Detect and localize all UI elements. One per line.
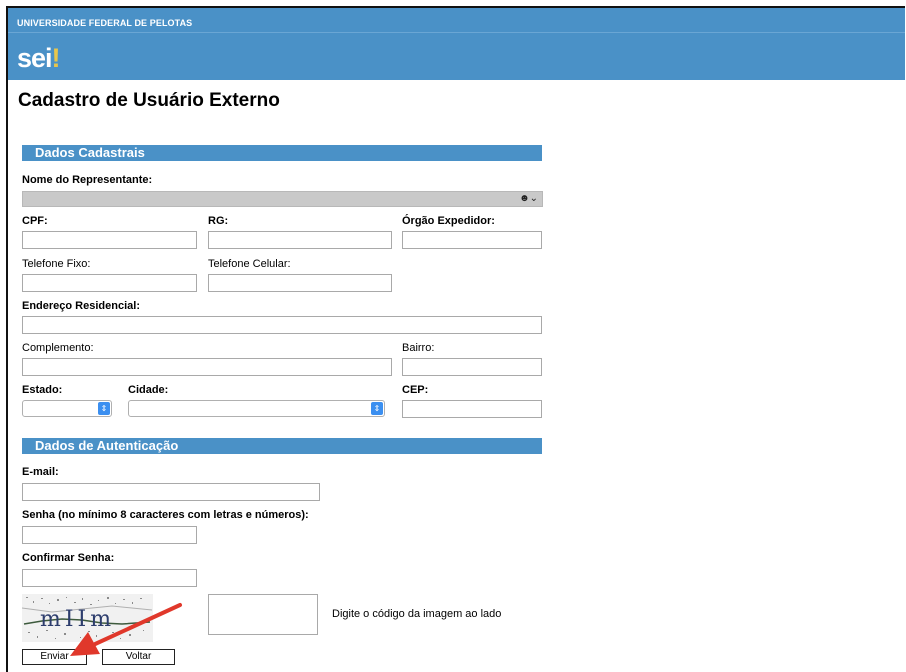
telefone-celular-input[interactable]: [208, 274, 392, 292]
cidade-select[interactable]: ⇕: [128, 400, 385, 417]
cep-input[interactable]: [402, 400, 542, 418]
captcha-image: mIIm: [22, 594, 153, 642]
bairro-label: Bairro:: [402, 342, 435, 354]
cidade-label: Cidade:: [128, 384, 169, 396]
orgao-expedidor-input[interactable]: [402, 231, 542, 249]
rg-input[interactable]: [208, 231, 392, 249]
person-chevron-icon: ☻⌄: [519, 193, 538, 204]
endereco-label: Endereço Residencial:: [22, 300, 140, 312]
nome-representante-select[interactable]: ☻⌄: [22, 191, 543, 207]
section-dados-cadastrais: Dados Cadastrais: [22, 145, 542, 161]
email-input[interactable]: [22, 483, 320, 501]
cep-label: CEP:: [402, 384, 429, 396]
senha-input[interactable]: [22, 526, 197, 544]
bairro-input[interactable]: [402, 358, 542, 376]
estado-select[interactable]: ⇕: [22, 400, 112, 417]
confirmar-senha-label: Confirmar Senha:: [22, 552, 115, 564]
select-arrows-icon: ⇕: [98, 402, 110, 415]
complemento-label: Complemento:: [22, 342, 94, 354]
email-label: E-mail:: [22, 466, 59, 478]
estado-label: Estado:: [22, 384, 63, 396]
confirmar-senha-input[interactable]: [22, 569, 197, 587]
institution-name: UNIVERSIDADE FEDERAL DE PELOTAS: [17, 18, 193, 28]
cpf-input[interactable]: [22, 231, 197, 249]
captcha-input[interactable]: [208, 594, 318, 635]
select-arrows-icon: ⇕: [371, 402, 383, 415]
rg-label: RG:: [208, 215, 229, 227]
sei-logo-mark: !: [51, 43, 61, 73]
voltar-button[interactable]: Voltar: [102, 649, 175, 665]
section-dados-autenticacao: Dados de Autenticação: [22, 438, 542, 454]
captcha-hint: Digite o código da imagem ao lado: [332, 608, 502, 620]
header-bar: UNIVERSIDADE FEDERAL DE PELOTAS sei!: [8, 8, 905, 80]
telefone-celular-label: Telefone Celular:: [208, 258, 291, 270]
complemento-input[interactable]: [22, 358, 392, 376]
header-divider: [8, 32, 905, 33]
captcha-code: mIIm: [40, 607, 116, 632]
telefone-fixo-input[interactable]: [22, 274, 197, 292]
telefone-fixo-label: Telefone Fixo:: [22, 258, 91, 270]
sei-logo-text: sei: [17, 43, 53, 73]
cpf-label: CPF:: [22, 215, 48, 227]
senha-label: Senha (no mínimo 8 caracteres com letras…: [22, 509, 309, 521]
page-frame: UNIVERSIDADE FEDERAL DE PELOTAS sei! Cad…: [6, 6, 905, 672]
endereco-input[interactable]: [22, 316, 542, 334]
nome-representante-label: Nome do Representante:: [22, 174, 153, 186]
orgao-expedidor-label: Órgão Expedidor:: [402, 215, 495, 227]
enviar-button[interactable]: Enviar: [22, 649, 87, 665]
sei-logo[interactable]: sei!: [17, 43, 61, 73]
page-title: Cadastro de Usuário Externo: [18, 90, 280, 111]
